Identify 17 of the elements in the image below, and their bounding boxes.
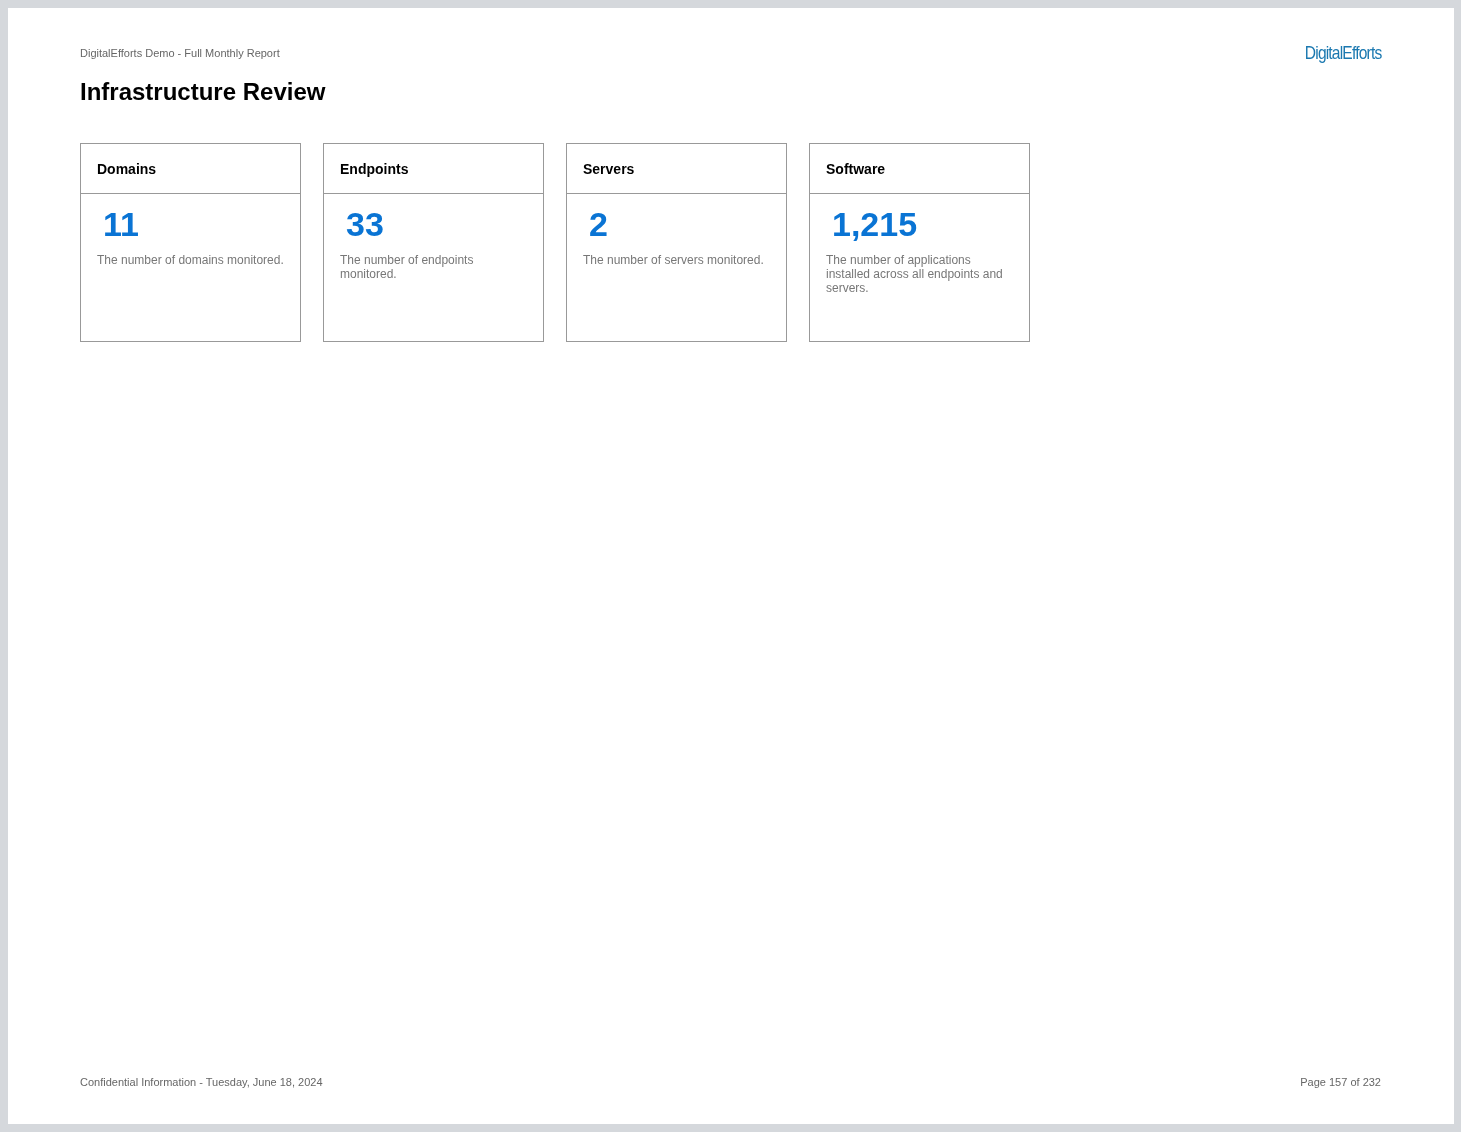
stat-description: The number of domains monitored.	[97, 253, 284, 267]
stat-description: The number of applications installed across all endpoints and servers.	[826, 253, 1004, 295]
card-title: Software	[826, 160, 886, 177]
card-title: Endpoints	[340, 160, 409, 177]
page-title: Infrastructure Review	[80, 78, 327, 106]
page-number: Page 157 of 232	[1300, 1076, 1381, 1088]
stat-value: 2	[589, 204, 608, 244]
stat-description: The number of servers monitored.	[583, 253, 765, 267]
stat-description: The number of endpoints monitored.	[340, 253, 475, 281]
logo: DigitalEfforts	[1304, 42, 1381, 64]
stat-value: 33	[346, 204, 384, 244]
stat-value: 1,215	[832, 204, 918, 244]
stat-value: 11	[103, 204, 139, 244]
card-title: Servers	[583, 160, 635, 177]
report-title: DigitalEfforts Demo - Full Monthly Report	[80, 47, 280, 59]
card-title: Domains	[97, 160, 157, 177]
footer-text: Confidential Information - Tuesday, June 18, 2024	[80, 1076, 323, 1088]
